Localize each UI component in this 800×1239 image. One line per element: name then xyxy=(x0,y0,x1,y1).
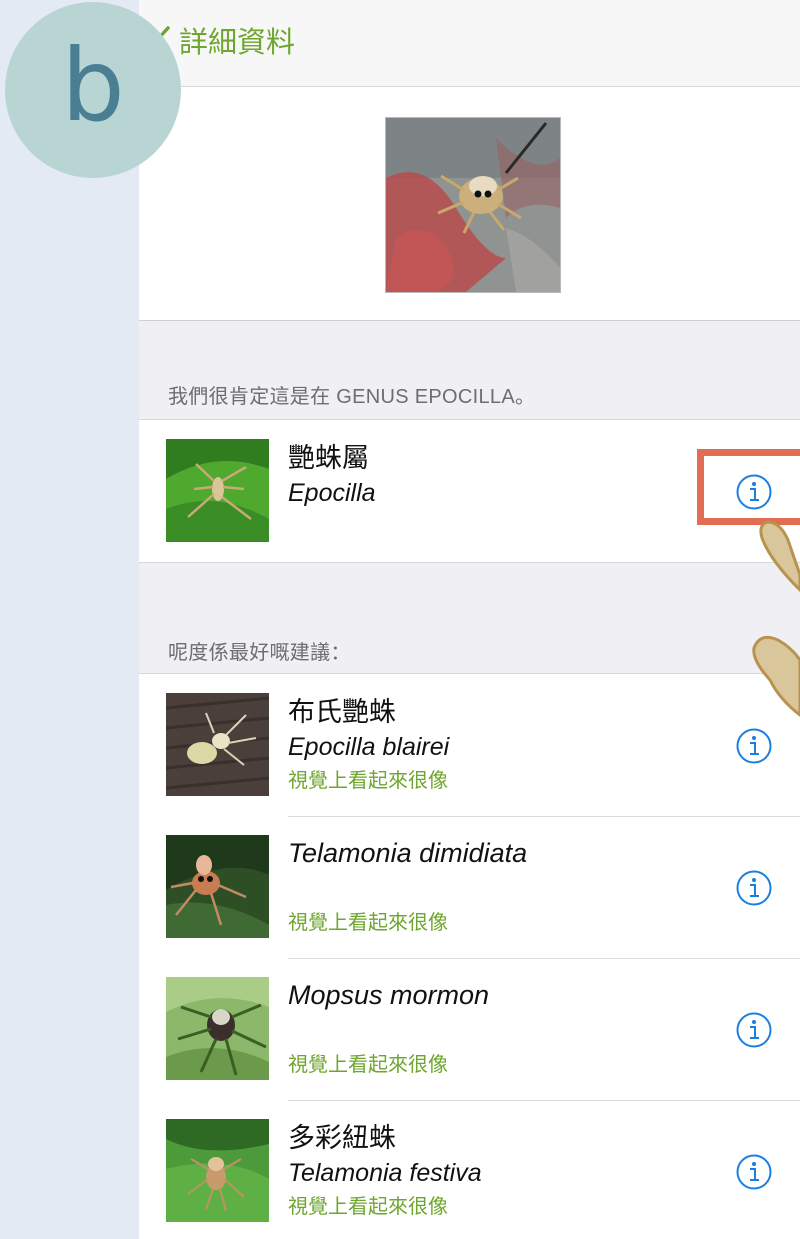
species-thumbnail xyxy=(166,977,269,1080)
species-thumbnail xyxy=(166,1119,269,1222)
species-scientific-name: Mopsus mormon xyxy=(288,980,490,1010)
species-thumbnail xyxy=(166,835,269,938)
visual-match-hint: 視覺上看起來很像 xyxy=(288,770,448,792)
navigation-bar: 詳細資料 xyxy=(139,0,800,87)
step-badge: b xyxy=(5,2,181,178)
pointing-hand-icon xyxy=(752,520,800,717)
species-thumbnail xyxy=(166,439,269,542)
species-scientific-name: Epocilla xyxy=(288,479,376,507)
list-item[interactable]: 布氏艷蛛 Epocilla blairei 視覺上看起來很像 xyxy=(139,674,800,816)
species-common-name: 多彩紐蛛 xyxy=(288,1123,396,1153)
info-icon[interactable] xyxy=(735,727,773,765)
observation-photo[interactable] xyxy=(385,117,561,293)
list-item[interactable]: Mopsus mormon 視覺上看起來很像 xyxy=(139,958,800,1100)
top-suggestion-header: 我們很肯定這是在 GENUS EPOCILLA。 xyxy=(168,386,536,408)
app-screen: 詳細資料 我們很肯定這是在 GENUS EPOCILLA。 艷蛛屬 Epocil… xyxy=(139,0,800,1239)
step-badge-letter: b xyxy=(61,27,125,144)
list-item[interactable]: Telamonia dimidiata 視覺上看起來很像 xyxy=(139,816,800,958)
info-button-highlight xyxy=(697,449,800,525)
species-thumbnail xyxy=(166,693,269,796)
suggestions-header: 呢度係最好嘅建議： xyxy=(168,642,351,664)
species-common-name: 布氏艷蛛 xyxy=(288,697,396,727)
info-icon[interactable] xyxy=(735,1153,773,1191)
back-button-label: 詳細資料 xyxy=(179,27,296,59)
suggestions-group: 布氏艷蛛 Epocilla blairei 視覺上看起來很像 Telamonia… xyxy=(139,673,800,1239)
species-common-name: 艷蛛屬 xyxy=(288,443,369,473)
visual-match-hint: 視覺上看起來很像 xyxy=(288,1054,448,1076)
list-item[interactable]: 多彩紐蛛 Telamonia festiva 視覺上看起來很像 xyxy=(139,1100,800,1239)
species-scientific-name: Telamonia festiva xyxy=(288,1159,482,1187)
info-icon[interactable] xyxy=(735,1011,773,1049)
species-scientific-name: Telamonia dimidiata xyxy=(288,838,528,868)
info-icon[interactable] xyxy=(735,869,773,907)
visual-match-hint: 視覺上看起來很像 xyxy=(288,1196,448,1218)
observation-photo-card xyxy=(139,87,800,321)
species-scientific-name: Epocilla blairei xyxy=(288,733,450,761)
visual-match-hint: 視覺上看起來很像 xyxy=(288,912,448,934)
